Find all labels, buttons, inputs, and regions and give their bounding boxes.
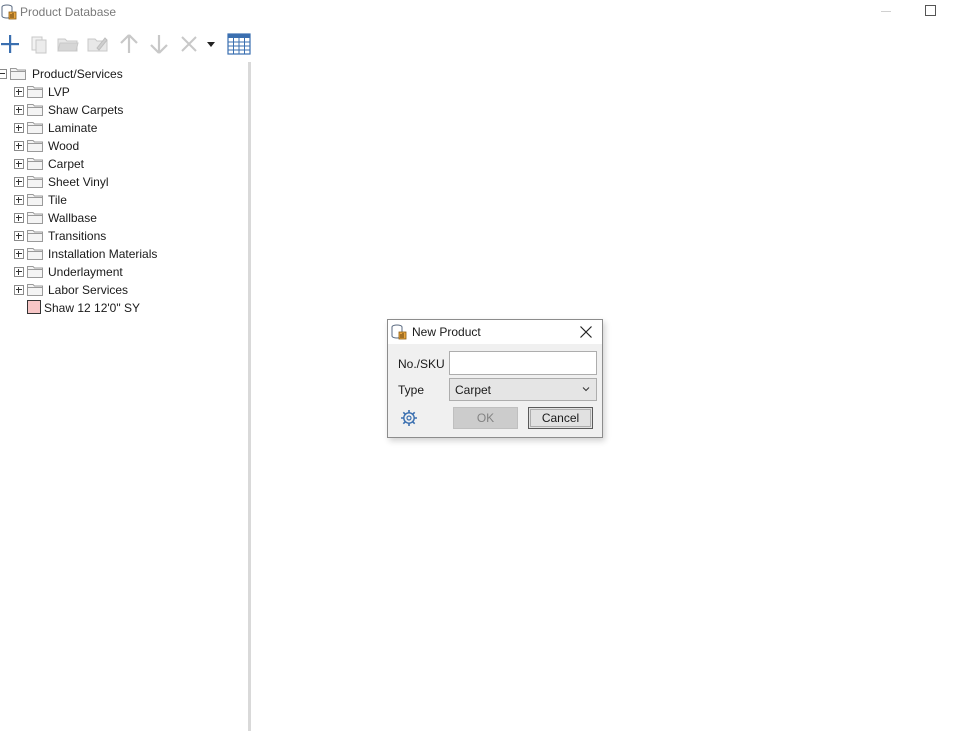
- tree-folder-item[interactable]: Transitions: [14, 228, 244, 244]
- tree-folder-label: Installation Materials: [48, 247, 158, 261]
- tree-folder-label: Labor Services: [48, 283, 129, 297]
- tree-folder-item[interactable]: Laminate: [14, 120, 244, 136]
- ok-button[interactable]: OK: [453, 407, 518, 429]
- gear-icon[interactable]: [400, 409, 418, 427]
- edit-folder-icon: [87, 37, 108, 52]
- folder-icon: [27, 248, 43, 260]
- tree-root-item[interactable]: Product/Services: [0, 66, 240, 82]
- type-label: Type: [398, 383, 425, 397]
- plus-icon: [1, 35, 19, 53]
- expand-icon[interactable]: [14, 213, 24, 223]
- folder-icon: [27, 86, 43, 98]
- dialog-title: New Product: [412, 325, 481, 339]
- cancel-button[interactable]: Cancel: [528, 407, 593, 429]
- folder-icon: [27, 212, 43, 224]
- dropdown-arrow-icon: [207, 42, 215, 47]
- toolbar: [0, 30, 260, 58]
- expand-icon[interactable]: [14, 123, 24, 133]
- folder-icon: [27, 266, 43, 278]
- sku-label: No./SKU: [398, 357, 445, 371]
- expand-icon[interactable]: [14, 141, 24, 151]
- folder-icon: [27, 104, 43, 116]
- expand-icon[interactable]: [14, 159, 24, 169]
- more-dropdown-button[interactable]: [201, 30, 221, 58]
- copy-button[interactable]: [26, 30, 52, 58]
- tree-root-label: Product/Services: [32, 67, 123, 81]
- product-label: Shaw 12 12'0" SY: [44, 301, 140, 315]
- arrow-up-icon: [120, 34, 138, 53]
- database-app-icon: [391, 324, 407, 340]
- tree-folder-item[interactable]: Carpet: [14, 156, 244, 172]
- expand-icon[interactable]: [14, 267, 24, 277]
- tree-folder-label: Shaw Carpets: [48, 103, 124, 117]
- sku-input[interactable]: [449, 351, 597, 375]
- tree-folder-item[interactable]: Shaw Carpets: [14, 102, 244, 118]
- tree-folder-label: Wood: [48, 139, 80, 153]
- open-folder-icon: [57, 38, 79, 52]
- folder-icon: [27, 140, 43, 152]
- minimize-button[interactable]: [872, 0, 900, 24]
- tree-folder-item[interactable]: Underlayment: [14, 264, 244, 280]
- tree-folder-label: Sheet Vinyl: [48, 175, 109, 189]
- expand-icon[interactable]: [14, 105, 24, 115]
- folder-icon: [27, 194, 43, 206]
- expand-icon[interactable]: [14, 285, 24, 295]
- tree-folder-label: Wallbase: [48, 211, 97, 225]
- tree-folder-item[interactable]: Sheet Vinyl: [14, 174, 244, 190]
- tree-folder-item[interactable]: Wallbase: [14, 210, 244, 226]
- expand-icon[interactable]: [14, 231, 24, 241]
- add-button[interactable]: [0, 30, 23, 58]
- tree-folder-label: Underlayment: [48, 265, 123, 279]
- folder-icon: [27, 230, 43, 242]
- tree-folder-label: Carpet: [48, 157, 85, 171]
- folder-icon: [10, 68, 26, 80]
- database-app-icon: [1, 4, 17, 20]
- tree-folder-label: Tile: [48, 193, 67, 207]
- folder-icon: [27, 284, 43, 296]
- copy-icon: [31, 36, 47, 54]
- tree-folder-item[interactable]: Wood: [14, 138, 244, 154]
- expand-icon[interactable]: [14, 87, 24, 97]
- color-swatch: [27, 300, 41, 314]
- grid-view-button[interactable]: [226, 30, 252, 58]
- type-selected-value: Carpet: [455, 383, 492, 397]
- arrow-down-icon: [150, 35, 168, 54]
- product-item[interactable]: Shaw 12 12'0" SY: [0, 300, 230, 316]
- window-title: Product Database: [20, 5, 117, 19]
- maximize-button[interactable]: [916, 0, 944, 24]
- expand-icon[interactable]: [14, 195, 24, 205]
- chevron-down-icon: [582, 387, 590, 392]
- folder-icon: [27, 122, 43, 134]
- move-up-button[interactable]: [116, 30, 142, 58]
- collapse-icon[interactable]: [0, 69, 7, 79]
- folder-icon: [27, 158, 43, 170]
- tree-folder-label: Laminate: [48, 121, 98, 135]
- delete-button[interactable]: [176, 30, 202, 58]
- tree-folder-item[interactable]: Labor Services: [14, 282, 244, 298]
- title-bar: Product Database: [0, 0, 954, 26]
- folder-icon: [27, 176, 43, 188]
- tree-folder-item[interactable]: Tile: [14, 192, 244, 208]
- move-down-button[interactable]: [146, 30, 172, 58]
- tree-folder-item[interactable]: Installation Materials: [14, 246, 244, 262]
- expand-icon[interactable]: [14, 177, 24, 187]
- dialog-title-bar: New Product: [388, 320, 602, 344]
- expand-icon[interactable]: [14, 249, 24, 259]
- product-database-window: Product Database Product/Services LVP Sh…: [0, 0, 954, 731]
- grid-icon: [227, 33, 251, 55]
- tree-panel: Product/Services LVP Shaw Carpets Laminate…: [0, 62, 251, 731]
- type-select[interactable]: Carpet: [449, 378, 597, 401]
- tree-folder-label: LVP: [48, 85, 70, 99]
- edit-folder-button[interactable]: [85, 30, 111, 58]
- tree-folder-label: Transitions: [48, 229, 107, 243]
- tree-folder-item[interactable]: LVP: [14, 84, 244, 100]
- open-folder-button[interactable]: [55, 30, 81, 58]
- close-icon[interactable]: [578, 324, 594, 340]
- new-product-dialog: New Product No./SKU Type Carpet OK Cance…: [387, 319, 603, 438]
- delete-icon: [181, 36, 197, 52]
